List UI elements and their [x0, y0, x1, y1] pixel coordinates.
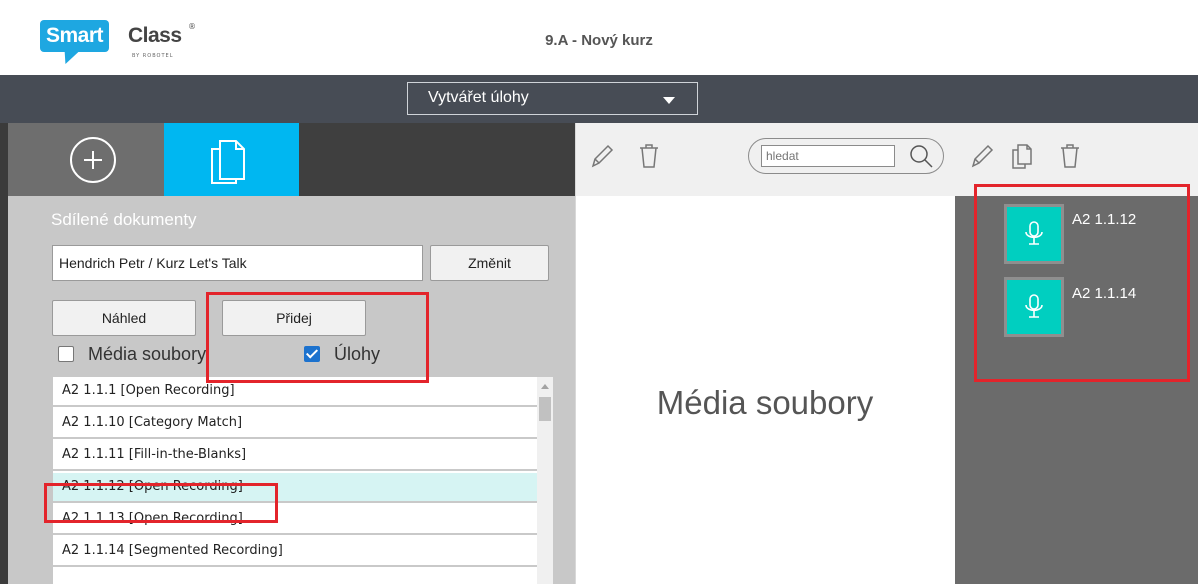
task-tile[interactable] [1004, 277, 1064, 337]
list-item[interactable]: A2 1.1.11 [Fill-in-the-Blanks] [53, 441, 537, 471]
mode-bar: Vytvářet úlohy [0, 75, 1198, 123]
edit-task-button[interactable] [968, 141, 996, 171]
add-tab-button[interactable] [8, 123, 164, 196]
mode-select-value: Vytvářet úlohy [428, 89, 529, 106]
list-item-selected[interactable]: A2 1.1.12 [Open Recording] [53, 473, 537, 503]
panel-title: Sdílené dokumenty [51, 210, 197, 229]
logo-registered-mark: ® [188, 22, 196, 31]
document-list: A2 1.1.1 [Open Recording] A2 1.1.10 [Cat… [53, 377, 537, 584]
logo-bubble-tail [59, 50, 81, 64]
shared-documents-tab[interactable] [164, 123, 299, 196]
copy-icon [1012, 144, 1032, 169]
search-input[interactable] [761, 145, 895, 167]
plus-circle-icon [70, 137, 116, 183]
list-item[interactable]: A2 1.1.10 [Category Match] [53, 409, 537, 439]
media-files-checkbox[interactable]: Média soubory [58, 344, 238, 368]
tasks-panel [955, 196, 1198, 584]
media-panel: Média soubory [575, 196, 955, 584]
course-title: 9.A - Nový kurz [545, 32, 653, 49]
list-item[interactable]: A2 1.1.13 [Open Recording] [53, 505, 537, 535]
trash-icon [640, 144, 658, 168]
search-icon[interactable] [906, 142, 936, 172]
microphone-icon [1025, 221, 1043, 245]
microphone-icon [1025, 294, 1043, 318]
scroll-up-arrow-icon[interactable] [541, 384, 549, 389]
task-label: A2 1.1.12 [1072, 211, 1137, 228]
edit-media-button[interactable] [588, 141, 616, 171]
list-scrollbar[interactable] [537, 377, 553, 584]
panel-divider [575, 123, 576, 584]
change-path-button[interactable]: Změnit [430, 245, 549, 281]
tasks-label: Úlohy [334, 344, 381, 364]
logo-byline: BY ROBOTEL [132, 53, 174, 59]
trash-icon [1061, 144, 1079, 168]
add-button[interactable]: Přidej [222, 300, 366, 336]
copy-task-button[interactable] [1008, 141, 1036, 171]
task-label: A2 1.1.14 [1072, 285, 1137, 302]
list-item[interactable]: A2 1.1.14 [Segmented Recording] [53, 537, 537, 567]
shared-documents-panel: Sdílené dokumenty Změnit Náhled Přidej M… [8, 196, 575, 584]
preview-button[interactable]: Náhled [52, 300, 196, 336]
delete-task-button[interactable] [1056, 141, 1084, 171]
search-box [748, 138, 944, 174]
media-empty-label: Média soubory [656, 384, 874, 421]
tool-strip-filler [299, 123, 575, 196]
tasks-checkbox[interactable]: Úlohy [304, 344, 414, 368]
mode-select[interactable]: Vytvářet úlohy [407, 82, 698, 115]
task-tile[interactable] [1004, 204, 1064, 264]
media-files-label: Média soubory [88, 344, 207, 364]
document-path-field[interactable] [52, 245, 423, 281]
list-item[interactable]: A2 1.1.1 [Open Recording] [53, 377, 537, 407]
checkbox-checked [304, 346, 320, 362]
chevron-down-icon [663, 97, 675, 104]
delete-media-button[interactable] [635, 141, 663, 171]
scroll-thumb[interactable] [539, 397, 551, 421]
pencil-icon [591, 144, 614, 168]
left-edge-strip [0, 123, 8, 584]
checkbox-unchecked [58, 346, 74, 362]
documents-icon [211, 140, 245, 184]
pencil-icon [971, 144, 994, 168]
